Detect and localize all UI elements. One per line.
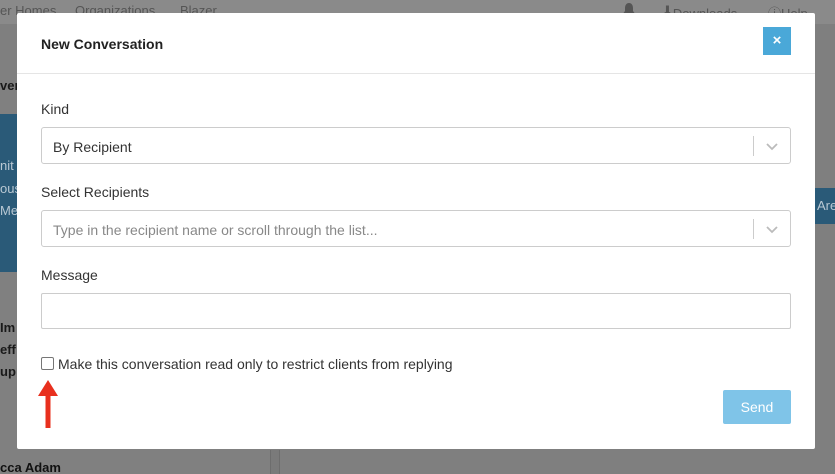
message-input[interactable] [41,293,791,329]
kind-label: Kind [41,101,70,117]
read-only-checkbox[interactable] [41,357,54,370]
recipients-label: Select Recipients [41,184,150,200]
message-label: Message [41,267,98,283]
chevron-down-icon[interactable] [763,221,781,237]
recipients-select-placeholder: Type in the recipient name or scroll thr… [53,222,378,238]
red-arrow-annotation [38,380,58,428]
background-fragment: up [0,364,16,379]
background-fragment: eff [0,342,16,357]
select-separator [753,136,754,156]
select-separator [753,219,754,239]
modal-header: New Conversation × [17,13,815,74]
background-fragment: Me [0,203,19,218]
read-only-option[interactable]: Make this conversation read only to rest… [41,356,453,372]
new-conversation-modal: New Conversation × Kind By Recipient Sel… [17,13,815,449]
background-fragment: Im [0,320,16,335]
kind-select[interactable]: By Recipient [41,127,791,164]
read-only-checkbox-label[interactable]: Make this conversation read only to rest… [58,356,453,372]
modal-title: New Conversation [41,36,164,52]
close-button[interactable]: × [763,27,791,55]
chevron-down-icon[interactable] [763,138,781,154]
background-contact-name: cca Adam [0,460,61,474]
background-right-button: Are [815,188,835,224]
background-divider [270,450,280,474]
send-button[interactable]: Send [723,390,791,424]
background-fragment: nit [0,158,14,173]
kind-select-value: By Recipient [53,139,132,155]
recipients-select[interactable]: Type in the recipient name or scroll thr… [41,210,791,247]
